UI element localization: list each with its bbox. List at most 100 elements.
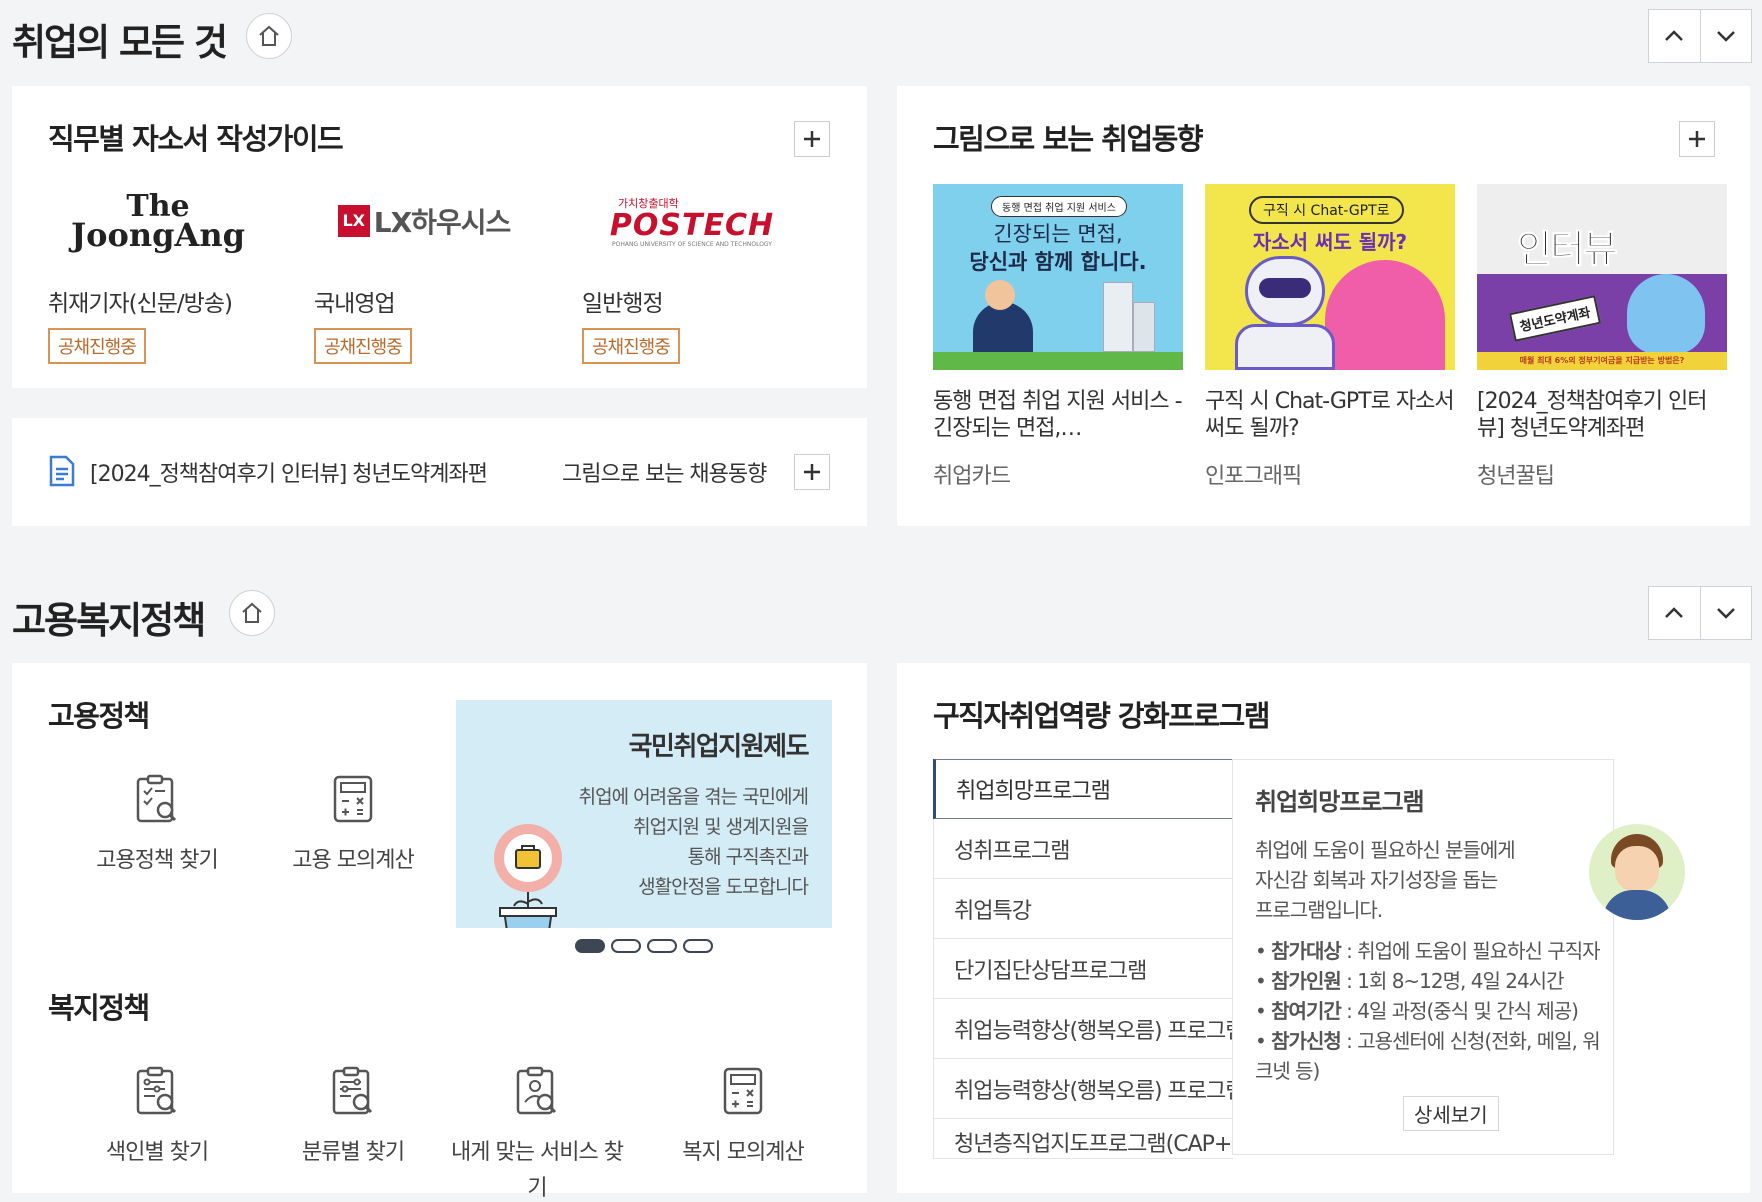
card-category: 청년꿀팁: [1477, 464, 1555, 489]
guide-item[interactable]: 가치창출대학 POSTECH POHANG UNIVERSITY OF SCIE…: [582, 186, 812, 364]
program-tab-list: 취업희망프로그램 성취프로그램 취업특강 단기집단상담프로그램 취업능력향상(행…: [933, 759, 1233, 1159]
home-button-jobs[interactable]: [246, 13, 292, 59]
grass: [933, 352, 1183, 370]
building: [1133, 302, 1155, 352]
building: [1103, 282, 1133, 352]
recruit-trend-link[interactable]: 그림으로 보는 채용동향: [562, 456, 767, 488]
guide-job-name: 일반행정: [582, 291, 664, 317]
welfare-category-search[interactable]: 분류별 찾기: [258, 1063, 448, 1171]
plus-icon: [804, 131, 820, 147]
pagination-dot-active[interactable]: [575, 939, 605, 953]
scroll-controls-welfare: [1648, 586, 1752, 640]
more-button[interactable]: [1679, 121, 1715, 157]
info-label: 참여기간: [1271, 999, 1342, 1023]
banner-title: 국민취업지원제도: [628, 732, 810, 762]
chevron-up-icon: [1665, 30, 1684, 41]
scroll-up-button[interactable]: [1649, 587, 1700, 639]
thumb-text: 자소서 써도 될까?: [1252, 230, 1408, 254]
icon-label: 고용 모의계산: [292, 848, 414, 873]
detail-title: 취업희망프로그램: [1255, 788, 1425, 816]
guide-item[interactable]: LX LX하우시스 국내영업 공채진행중: [314, 186, 544, 364]
more-button[interactable]: [794, 454, 830, 490]
chevron-down-icon: [1716, 31, 1735, 42]
employ-policy-search[interactable]: 고용정책 찾기: [62, 771, 252, 879]
guide-item[interactable]: The JoongAng 취재기자(신문/방송) 공채진행중: [48, 186, 278, 364]
icon-label: 고용정책 찾기: [96, 848, 218, 873]
logo-text: JoongAng: [71, 216, 245, 254]
job-trends-panel: 그림으로 보는 취업동향 동행 면접 취업 지원 서비스 긴장되는 면접, 당신…: [897, 86, 1750, 526]
scroll-up-button[interactable]: [1649, 10, 1700, 62]
thumb-bottom-banner: 매월 최대 6%의 정부기여금을 지급받는 방법은?: [1477, 352, 1727, 370]
welfare-index-search[interactable]: 색인별 찾기: [62, 1063, 252, 1171]
panel-title: 구직자취업역량 강화프로그램: [933, 699, 1270, 733]
avatar-face: [1615, 846, 1659, 892]
avatar-body: [1603, 890, 1671, 920]
document-icon: [49, 455, 75, 487]
joongang-logo: The JoongAng: [48, 186, 268, 256]
info-row: • 참가대상 : 취업에 도움이 필요하신 구직자: [1255, 939, 1601, 963]
detail-info: • 참가대상 : 취업에 도움이 필요하신 구직자 • 참가인원 : 1회 8~…: [1255, 936, 1613, 1086]
view-detail-button[interactable]: 상세보기: [1403, 1096, 1499, 1131]
robot-body: [1235, 324, 1335, 370]
trend-card[interactable]: 인터뷰 청년도약계좌 매월 최대 6%의 정부기여금을 지급받는 방법은? [2…: [1477, 184, 1727, 490]
notice-link[interactable]: [2024_정책참여후기 인터뷰] 청년도약계좌편: [90, 456, 488, 488]
employ-simulation[interactable]: 고용 모의계산: [258, 771, 448, 879]
section-title-jobs: 취업의 모든 것: [12, 21, 228, 64]
national-employment-banner[interactable]: 국민취업지원제도 취업에 어려움을 겪는 국민에게 취업지원 및 생계지원을 통…: [456, 700, 832, 928]
detail-desc: 자신감 회복과 자기성장을 돕는: [1255, 868, 1498, 892]
thumb-text: 긴장되는 면접,: [993, 222, 1123, 246]
avatar: [1589, 824, 1685, 920]
trend-card[interactable]: 구직 시 Chat-GPT로 자소서 써도 될까? 구직 시 Chat-GPT로…: [1205, 184, 1455, 490]
pagination-dot[interactable]: [647, 939, 677, 953]
scroll-down-button[interactable]: [1699, 587, 1752, 639]
tab-program[interactable]: 단기집단상담프로그램: [933, 939, 1233, 999]
postech-logo: 가치창출대학 POSTECH POHANG UNIVERSITY OF SCIE…: [582, 186, 802, 256]
section-title-welfare: 고용복지정책: [12, 599, 206, 642]
icon-label: 내게 맞는 서비스 찾기: [451, 1140, 624, 1201]
welfare-personal-search[interactable]: 내게 맞는 서비스 찾기: [442, 1063, 632, 1202]
icon-label: 분류별 찾기: [301, 1140, 405, 1165]
welfare-simulation[interactable]: 복지 모의계산: [648, 1063, 838, 1171]
logo-text: LX하우시스: [373, 206, 511, 239]
info-label: 참가신청: [1271, 1029, 1342, 1053]
scroll-down-button[interactable]: [1699, 10, 1752, 62]
status-badge: 공채진행중: [48, 328, 146, 364]
program-detail: 취업희망프로그램 취업에 도움이 필요하신 분들에게 자신감 회복과 자기성장을…: [1232, 759, 1685, 1155]
home-icon: [259, 25, 279, 46]
job-skill-program-panel: 구직자취업역량 강화프로그램 취업희망프로그램 성취프로그램 취업특강 단기집단…: [897, 663, 1750, 1193]
tab-program[interactable]: 취업특강: [933, 879, 1233, 939]
panel-title: 직무별 자소서 작성가이드: [48, 122, 344, 156]
thumb-sign: 청년도약계좌: [1508, 295, 1601, 342]
info-label: 참가인원: [1271, 969, 1342, 993]
card-title: 구직 시 Chat-GPT로 자소서 써도 될까?: [1205, 389, 1455, 441]
banner-line: 생활안정을 도모합니다: [638, 876, 809, 898]
tab-program[interactable]: 취업능력향상(행복오름) 프로그램: [933, 1059, 1233, 1119]
card-category: 취업카드: [933, 464, 1011, 489]
trend-card[interactable]: 동행 면접 취업 지원 서비스 긴장되는 면접, 당신과 함께 합니다. 동행 …: [933, 184, 1183, 490]
logo-text: POHANG UNIVERSITY OF SCIENCE AND TECHNOL…: [612, 240, 772, 248]
card-title: 동행 면접 취업 지원 서비스 - 긴장되는 면접,…: [933, 389, 1183, 441]
tab-program[interactable]: 취업능력향상(행복오름) 프로그램: [933, 999, 1233, 1059]
tab-program[interactable]: 성취프로그램: [933, 819, 1233, 879]
clipboard-search-icon: [136, 774, 177, 823]
guide-job-name: 취재기자(신문/방송): [48, 291, 233, 317]
thumb-pill: 구직 시 Chat-GPT로: [1249, 196, 1404, 224]
tab-program[interactable]: 청년층직업지도프로그램(CAP+): [933, 1119, 1233, 1159]
panel-title: 그림으로 보는 취업동향: [933, 122, 1204, 156]
info-value: 1회 8~12명, 4일 24시간: [1357, 969, 1564, 993]
icon-label: 복지 모의계산: [682, 1140, 804, 1165]
home-icon: [242, 602, 262, 623]
thumb-pill: 동행 면접 취업 지원 서비스: [991, 196, 1127, 217]
pagination-dot[interactable]: [611, 939, 641, 953]
status-badge: 공채진행중: [314, 328, 412, 364]
scroll-controls-jobs: [1648, 9, 1752, 63]
home-button-welfare[interactable]: [229, 590, 275, 636]
tab-program[interactable]: 취업희망프로그램: [933, 759, 1233, 819]
banner-line: 취업에 어려움을 겪는 국민에게: [578, 786, 809, 808]
icon-label: 색인별 찾기: [105, 1140, 209, 1165]
guide-job-name: 국내영업: [314, 291, 396, 317]
info-label: 참가대상: [1271, 939, 1342, 963]
pagination-dot[interactable]: [683, 939, 713, 953]
detail-desc: 취업에 도움이 필요하신 분들에게: [1255, 838, 1516, 862]
more-button[interactable]: [794, 121, 830, 157]
